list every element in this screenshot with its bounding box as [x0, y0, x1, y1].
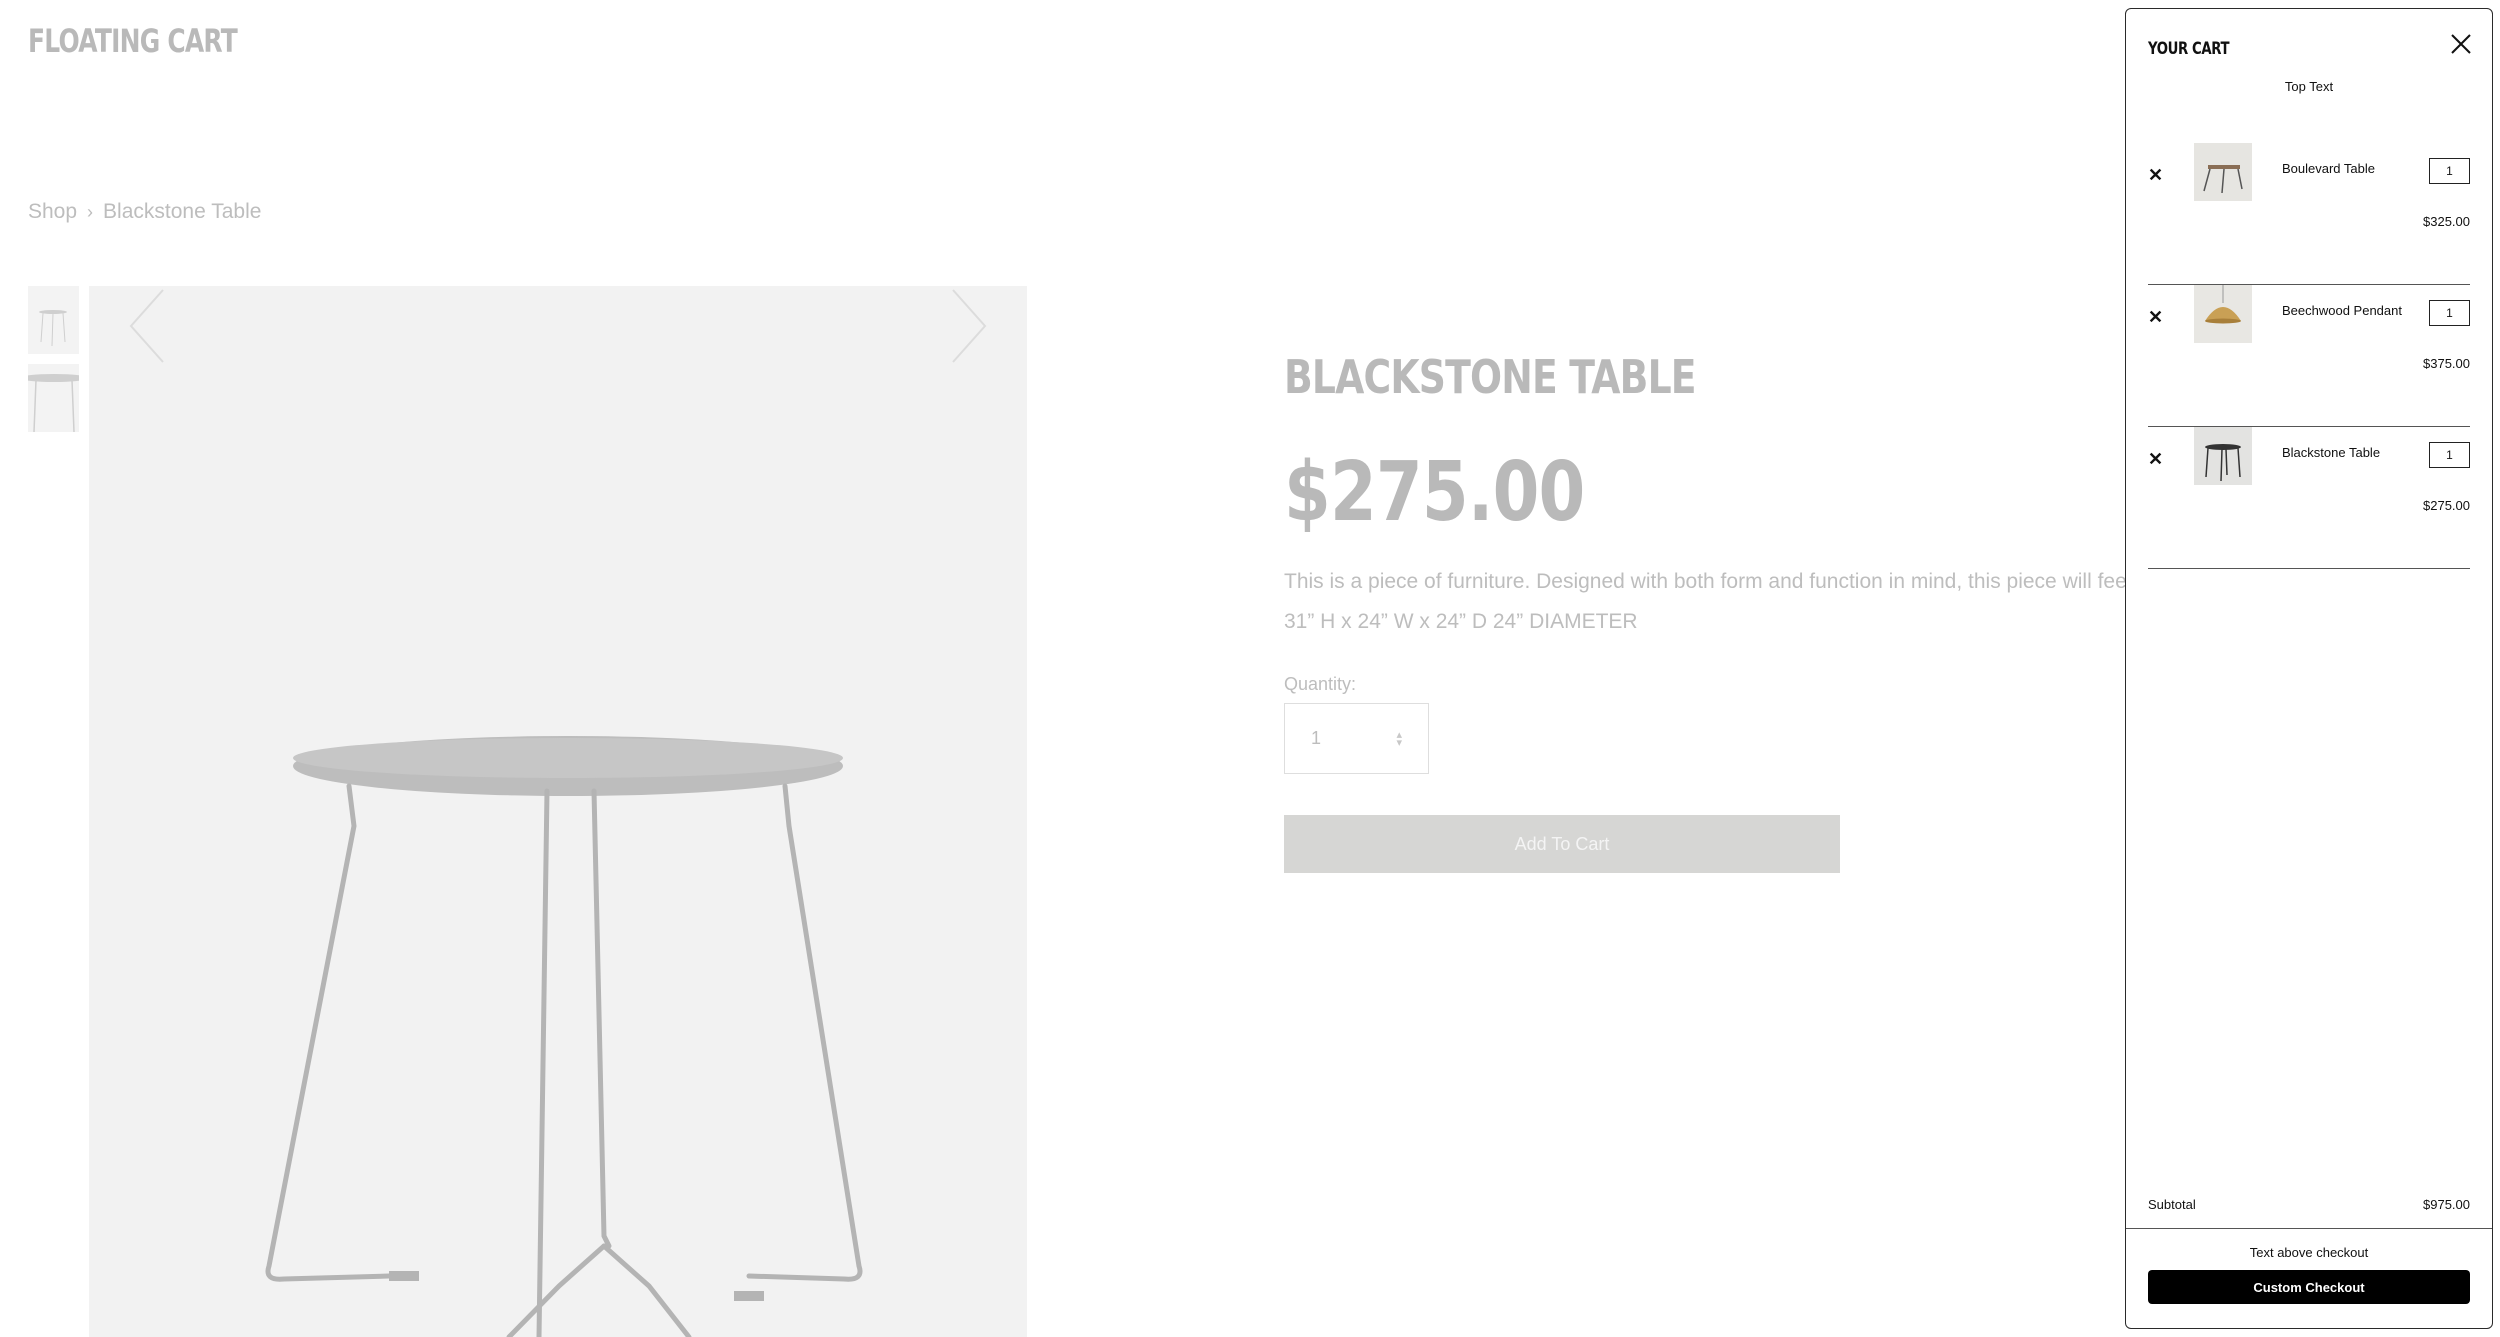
close-icon[interactable]: [2448, 31, 2474, 57]
cart-item: ✕ Blackstone Table $275.00: [2148, 427, 2470, 569]
cart-item-name: Blackstone Table: [2282, 445, 2381, 460]
breadcrumb: Shop › Blackstone Table: [28, 200, 261, 224]
cart-item: ✕ Beechwood Pendant $375.00: [2148, 285, 2470, 427]
cart-item-price: $275.00: [2423, 498, 2470, 513]
remove-icon[interactable]: ✕: [2148, 449, 2163, 470]
cart-item-name: Beechwood Pendant: [2282, 303, 2402, 318]
breadcrumb-current: Blackstone Table: [103, 200, 262, 223]
cart-item-price: $375.00: [2423, 356, 2470, 371]
product-thumbnails: [28, 286, 79, 432]
quantity-value[interactable]: 1: [1311, 728, 1321, 749]
chevron-left-icon[interactable]: [127, 286, 167, 366]
text-above-checkout: Text above checkout: [2249, 1245, 2369, 1260]
product-dimensions: 31” H x 24” W x 24” D 24” DIAMETER: [1284, 610, 1638, 633]
cart-item-quantity-input[interactable]: [2429, 158, 2470, 184]
cart-drawer: YOUR CART Top Text ✕ Boulevard Table $32…: [2125, 8, 2493, 1329]
quantity-label: Quantity:: [1284, 674, 1357, 694]
site-title[interactable]: FLOATING CART: [28, 22, 238, 60]
product-price: $275.00: [1284, 445, 1585, 540]
breadcrumb-separator: ›: [87, 201, 94, 222]
subtotal-value: $975.00: [2423, 1197, 2470, 1212]
cart-item-name: Boulevard Table: [2282, 161, 2375, 176]
cart-item-price: $325.00: [2423, 214, 2470, 229]
product-main-image: [89, 286, 1027, 1337]
product-title: BLACKSTONE TABLE: [1284, 350, 1697, 404]
cart-item-image: [2194, 143, 2252, 201]
cart-footer-divider: [2126, 1228, 2492, 1229]
cart-item-quantity-input[interactable]: [2429, 300, 2470, 326]
stepper-arrows-icon[interactable]: ▴ ▾: [1396, 729, 1402, 748]
product-thumbnail-1[interactable]: [28, 286, 79, 354]
cart-top-text: Top Text: [2284, 79, 2334, 94]
checkout-button[interactable]: Custom Checkout: [2148, 1270, 2470, 1304]
product-description: This is a piece of furniture. Designed w…: [1284, 570, 2184, 593]
product-thumbnail-2[interactable]: [28, 364, 79, 432]
quantity-stepper[interactable]: 1 ▴ ▾: [1284, 703, 1429, 774]
subtotal-label: Subtotal: [2148, 1197, 2196, 1212]
cart-item-quantity-input[interactable]: [2429, 442, 2470, 468]
cart-item-image: [2194, 285, 2252, 343]
remove-icon[interactable]: ✕: [2148, 165, 2163, 186]
remove-icon[interactable]: ✕: [2148, 307, 2163, 328]
cart-item: ✕ Boulevard Table $325.00: [2148, 143, 2470, 285]
add-to-cart-button[interactable]: Add To Cart: [1284, 815, 1840, 873]
breadcrumb-shop-link[interactable]: Shop: [28, 200, 77, 224]
cart-item-image: [2194, 427, 2252, 485]
chevron-right-icon[interactable]: [949, 286, 989, 366]
cart-title: YOUR CART: [2148, 39, 2230, 59]
